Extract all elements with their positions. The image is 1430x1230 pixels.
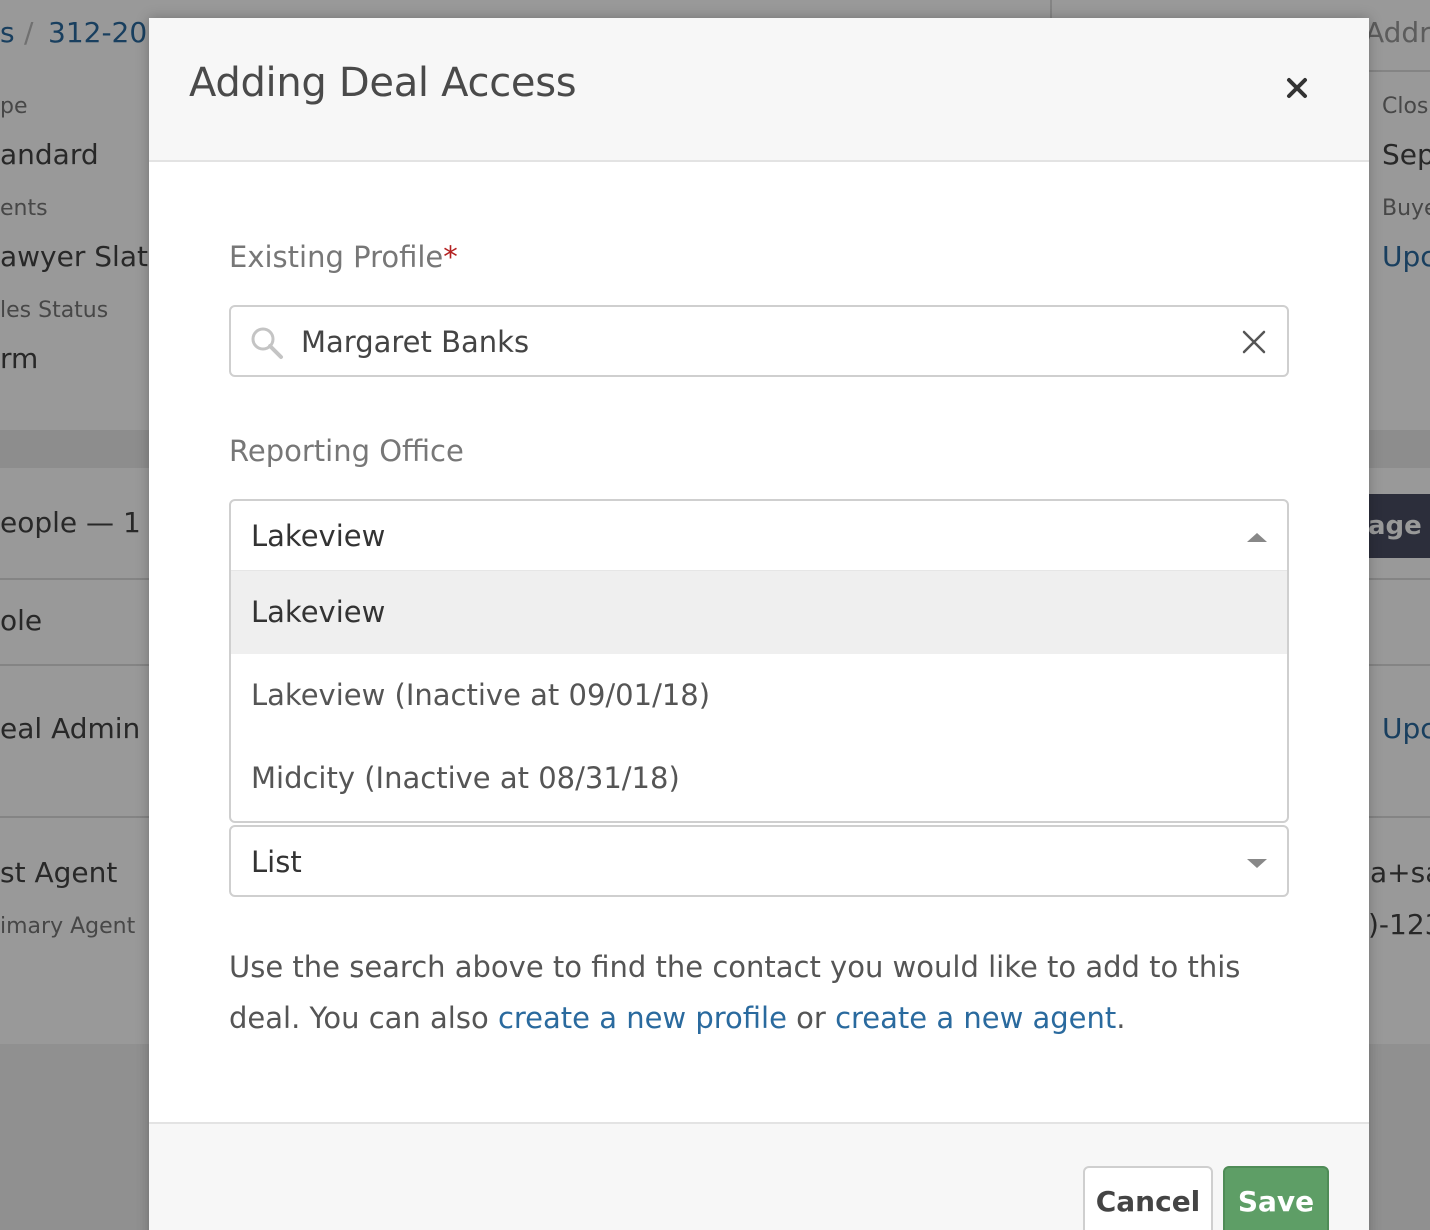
cancel-button[interactable]: Cancel — [1083, 1166, 1213, 1230]
caret-down-icon — [1247, 859, 1267, 868]
clear-icon[interactable] — [1241, 329, 1267, 355]
existing-profile-label: Existing Profile* — [229, 240, 458, 274]
caret-up-icon — [1247, 533, 1267, 542]
save-button[interactable]: Save — [1223, 1166, 1329, 1230]
help-text: Use the search above to find the contact… — [229, 942, 1309, 1044]
profile-search-value[interactable]: Margaret Banks — [301, 325, 529, 359]
create-new-profile-link[interactable]: create a new profile — [498, 1001, 787, 1035]
dropdown-option-lakeview[interactable]: Lakeview — [231, 571, 1287, 654]
search-icon — [251, 327, 283, 359]
role-select[interactable]: List — [229, 825, 1289, 897]
modal-header: Adding Deal Access — [149, 18, 1369, 162]
existing-profile-label-text: Existing Profile — [229, 240, 444, 274]
reporting-office-selected-value: Lakeview — [251, 519, 386, 553]
add-deal-access-modal: Adding Deal Access Existing Profile* Mar… — [149, 18, 1369, 1230]
option-label: Lakeview (Inactive at 09/01/18) — [251, 678, 711, 712]
role-select-value: List — [251, 845, 302, 879]
close-icon[interactable] — [1279, 70, 1315, 106]
reporting-office-dropdown[interactable]: Lakeview Lakeview Lakeview (Inactive at … — [229, 499, 1289, 823]
dropdown-option-lakeview-inactive[interactable]: Lakeview (Inactive at 09/01/18) — [231, 654, 1287, 737]
dropdown-option-midcity-inactive[interactable]: Midcity (Inactive at 08/31/18) — [231, 737, 1287, 820]
profile-search-input[interactable]: Margaret Banks — [229, 305, 1289, 377]
option-label: Midcity (Inactive at 08/31/18) — [251, 761, 680, 795]
modal-title: Adding Deal Access — [189, 60, 577, 106]
reporting-office-select[interactable]: Lakeview — [231, 501, 1287, 571]
help-text-middle: or — [786, 1001, 836, 1035]
help-text-after: . — [1116, 1001, 1126, 1035]
reporting-office-label: Reporting Office — [229, 434, 464, 468]
required-marker: * — [443, 240, 458, 274]
modal-footer: Cancel Save — [149, 1122, 1369, 1230]
create-new-agent-link[interactable]: create a new agent — [835, 1001, 1116, 1035]
option-label: Lakeview — [251, 595, 386, 629]
